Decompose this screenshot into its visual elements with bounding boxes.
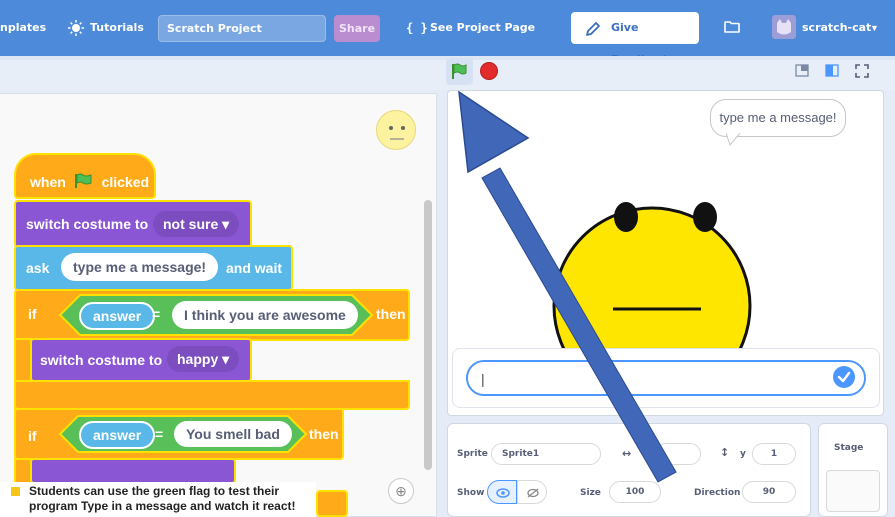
- if-label: if: [28, 428, 37, 444]
- share-button[interactable]: Share: [334, 15, 380, 42]
- switch-costume-label: switch costume to: [26, 216, 149, 232]
- pencil-icon: [586, 22, 600, 36]
- when-label: when: [30, 174, 66, 190]
- then-label: then: [376, 306, 406, 322]
- speech-bubble: type me a message!: [710, 99, 846, 137]
- show-visible-button[interactable]: [487, 480, 517, 504]
- menu-bar: nplates Tutorials Scratch Project Share …: [0, 0, 895, 66]
- tutorials-menu[interactable]: Tutorials: [90, 0, 144, 56]
- caption-bullet: [11, 487, 20, 496]
- costume-dropdown[interactable]: happy ▾: [167, 346, 240, 372]
- equals-label: =: [155, 426, 164, 442]
- ask-message-input[interactable]: type me a message!: [61, 253, 219, 281]
- templates-menu[interactable]: nplates: [0, 0, 46, 56]
- size-label: Size: [580, 488, 601, 498]
- see-project-link[interactable]: See Project Page: [430, 0, 535, 56]
- eye-icon: [496, 488, 510, 498]
- y-input[interactable]: 1: [752, 443, 796, 465]
- zoom-in-icon[interactable]: ⊕: [388, 478, 414, 504]
- x-label: x: [645, 449, 651, 459]
- avatar-icon[interactable]: [772, 15, 796, 39]
- folder-icon[interactable]: [724, 20, 740, 33]
- give-feedback-button[interactable]: Give Feedback: [571, 12, 699, 66]
- switch-costume-block[interactable]: [30, 458, 236, 484]
- and-wait-label: and wait: [226, 260, 283, 276]
- sprite-thumbnail-icon: [376, 110, 416, 150]
- project-title-input[interactable]: Scratch Project: [158, 15, 326, 42]
- clicked-label: clicked: [101, 174, 150, 190]
- x-input[interactable]: [655, 443, 701, 465]
- size-input[interactable]: 100: [609, 481, 661, 503]
- lightbulb-icon: [68, 20, 84, 36]
- compare-value-input[interactable]: I think you are awesome: [172, 301, 358, 329]
- answer-reporter[interactable]: answer: [79, 421, 156, 449]
- sprite-name-input[interactable]: Sprite1: [491, 443, 601, 465]
- small-stage-icon[interactable]: [792, 62, 812, 80]
- speech-bubble-tail: [726, 133, 741, 147]
- y-label: y: [740, 449, 746, 459]
- show-label: Show: [457, 488, 485, 498]
- green-flag-button[interactable]: [446, 58, 473, 85]
- costume-dropdown[interactable]: not sure ▾: [153, 211, 240, 237]
- direction-input[interactable]: 90: [742, 481, 796, 503]
- green-flag-icon: [452, 63, 467, 79]
- if-block-bottom: [14, 380, 410, 410]
- show-hidden-button[interactable]: [517, 480, 547, 504]
- answer-reporter[interactable]: answer: [79, 302, 156, 330]
- eye-slash-icon: [527, 488, 539, 498]
- stage-thumbnail[interactable]: [826, 470, 880, 512]
- then-label: then: [309, 426, 339, 442]
- fullscreen-icon[interactable]: [852, 62, 872, 80]
- stop-icon[interactable]: [480, 62, 498, 80]
- sprite-label: Sprite: [457, 449, 488, 459]
- answer-input[interactable]: [466, 360, 866, 396]
- when-flag-clicked-block[interactable]: when clicked: [14, 153, 156, 199]
- if-label: if: [28, 306, 37, 322]
- x-arrow-icon: ↔: [622, 447, 632, 460]
- answer-input-value: |: [481, 371, 485, 387]
- compare-value-input[interactable]: You smell bad: [174, 421, 292, 447]
- username-menu[interactable]: scratch-cat: [802, 0, 871, 56]
- caret-down-icon[interactable]: ▼: [870, 0, 879, 56]
- equals-label: =: [152, 306, 161, 322]
- code-block-partial: [316, 490, 348, 517]
- check-icon[interactable]: [833, 366, 855, 388]
- y-arrow-icon: ↕: [720, 446, 730, 459]
- stage-label: Stage: [834, 443, 864, 453]
- code-scrollbar[interactable]: [424, 200, 432, 470]
- large-stage-icon[interactable]: [822, 62, 842, 80]
- ask-label: ask: [26, 260, 50, 276]
- green-flag-icon: [74, 173, 92, 188]
- caption-text: Students can use the green flag to test …: [29, 484, 296, 513]
- direction-label: Direction: [694, 488, 741, 498]
- see-project-icon: { }: [406, 21, 428, 35]
- switch-costume-label: switch costume to: [40, 352, 163, 368]
